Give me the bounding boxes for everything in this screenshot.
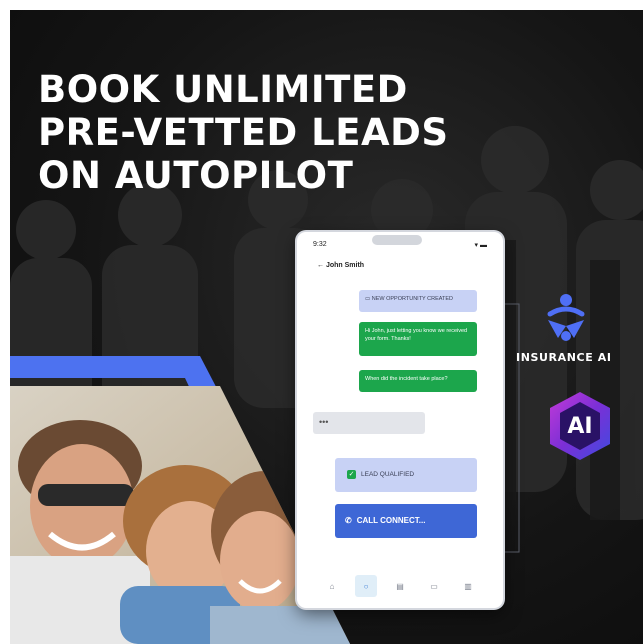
headline-line-1: BOOK UNLIMITED bbox=[38, 68, 408, 111]
insurance-ai-brand-name: INSURANCE AI bbox=[516, 351, 612, 364]
phone-tab-bar: ⌂ ○ ▤ ▭ ▥ bbox=[297, 564, 503, 608]
tab-calendar-icon[interactable]: ▭ bbox=[423, 575, 445, 597]
ad-canvas: BOOK UNLIMITED PRE-VETTED LEADS ON AUTOP… bbox=[0, 0, 643, 644]
message-bubble-opportunity: ▭ NEW OPPORTUNITY CREATED bbox=[359, 290, 477, 312]
headline-line-3: ON AUTOPILOT bbox=[38, 154, 354, 197]
battery-icon: ▬ bbox=[480, 242, 489, 249]
status-time: 9:32 bbox=[313, 241, 327, 248]
status-icons: ▾▬ bbox=[474, 241, 489, 249]
tab-home-icon[interactable]: ⌂ bbox=[321, 575, 343, 597]
lead-qualified-status: ✓ LEAD QUALIFIED bbox=[335, 458, 477, 492]
headline-line-2: PRE-VETTED LEADS bbox=[38, 111, 449, 154]
typing-indicator: ••• bbox=[313, 412, 425, 434]
message-bubble-question: When did the incident take place? bbox=[359, 370, 477, 392]
phone-mockup: 9:32 ▾▬ ← John Smith ▭ NEW OPPORTUNITY C… bbox=[297, 232, 503, 608]
lead-qualified-label: LEAD QUALIFIED bbox=[361, 471, 415, 478]
message-bubble-greeting: Hi John, just letting you know we receiv… bbox=[359, 322, 477, 356]
opportunity-icon: ▭ bbox=[365, 296, 371, 302]
phone-notch bbox=[372, 235, 422, 245]
ad-banner: BOOK UNLIMITED PRE-VETTED LEADS ON AUTOP… bbox=[10, 10, 643, 644]
check-icon: ✓ bbox=[347, 469, 356, 479]
ai-badge-label: AI bbox=[567, 413, 593, 439]
tab-stats-icon[interactable]: ▥ bbox=[457, 575, 479, 597]
insurance-ai-logo-icon bbox=[547, 294, 585, 341]
tab-contacts-icon[interactable]: ▤ bbox=[389, 575, 411, 597]
tab-search-icon[interactable]: ○ bbox=[355, 575, 377, 597]
message-text: NEW OPPORTUNITY CREATED bbox=[371, 296, 454, 302]
chat-contact-name[interactable]: ← John Smith bbox=[317, 262, 364, 269]
phone-call-icon: ✆ bbox=[345, 516, 352, 525]
call-connect-button[interactable]: ✆ CALL CONNECT... bbox=[335, 504, 477, 538]
call-connect-label: CALL CONNECT... bbox=[356, 516, 426, 525]
headline: BOOK UNLIMITED PRE-VETTED LEADS ON AUTOP… bbox=[38, 68, 449, 197]
